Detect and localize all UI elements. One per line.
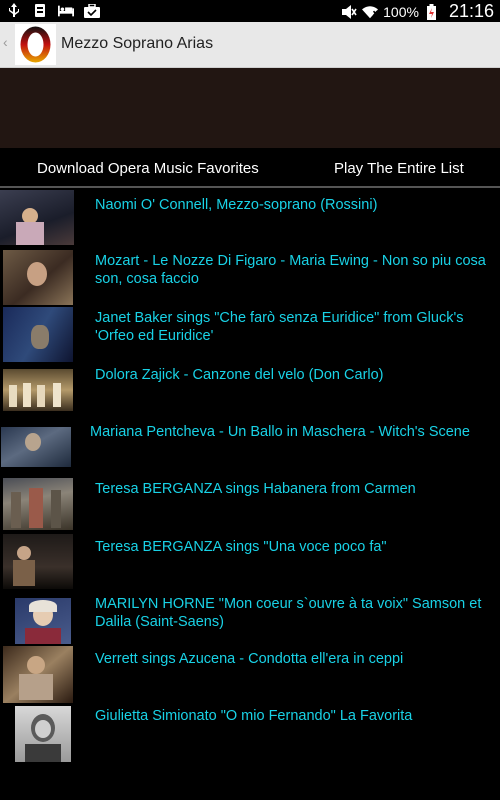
mute-icon — [341, 4, 357, 20]
clock: 21:16 — [448, 1, 494, 21]
list-item[interactable]: Teresa BERGANZA sings Habanera from Carm… — [0, 476, 500, 531]
battery-icon — [424, 3, 440, 20]
list-item[interactable]: Janet Baker sings "Che farò senza Euridi… — [0, 307, 500, 362]
video-title: Teresa BERGANZA sings Habanera from Carm… — [95, 481, 416, 497]
video-thumbnail — [3, 646, 73, 703]
list-item[interactable]: Mariana Pentcheva - Un Ballo in Maschera… — [0, 424, 500, 469]
list-item[interactable]: Naomi O' Connell, Mezzo-soprano (Rossini… — [0, 188, 500, 245]
action-toolbar: Download Opera Music Favorites Play The … — [0, 148, 500, 188]
list-item[interactable]: Giulietta Simionato "O mio Fernando" La … — [0, 703, 500, 763]
video-title: Dolora Zajick - Canzone del velo (Don Ca… — [95, 367, 384, 383]
video-title: Teresa BERGANZA sings "Una voce poco fa" — [95, 539, 387, 555]
video-thumbnail — [3, 478, 73, 530]
page-title: Mezzo Soprano Arias — [61, 35, 214, 52]
usb-icon — [6, 3, 22, 19]
video-title: Mozart - Le Nozze Di Figaro - Maria Ewin… — [95, 253, 486, 287]
opera-o-logo — [20, 26, 51, 63]
video-thumbnail — [3, 534, 73, 589]
video-title: Giulietta Simionato "O mio Fernando" La … — [95, 708, 413, 724]
video-thumbnail — [15, 706, 71, 762]
download-favorites-button[interactable]: Download Opera Music Favorites — [37, 160, 259, 177]
app-logo-button[interactable] — [15, 24, 56, 65]
video-title: Mariana Pentcheva - Un Ballo in Maschera… — [90, 424, 470, 440]
video-title: Janet Baker sings "Che farò senza Euridi… — [95, 310, 464, 344]
status-right: 100% 21:16 — [341, 1, 494, 22]
video-title: MARILYN HORNE "Mon coeur s`ouvre à ta vo… — [95, 596, 482, 630]
bed-icon — [58, 3, 74, 19]
status-left-icons — [6, 3, 100, 19]
video-thumbnail — [3, 307, 73, 362]
briefcase-icon — [84, 3, 100, 19]
list-item[interactable]: Teresa BERGANZA sings "Una voce poco fa" — [0, 534, 500, 589]
video-thumbnail — [3, 369, 73, 411]
status-bar: 100% 21:16 — [0, 0, 500, 22]
video-title: Naomi O' Connell, Mezzo-soprano (Rossini… — [95, 197, 378, 213]
video-thumbnail — [0, 190, 74, 245]
list-item[interactable]: Dolora Zajick - Canzone del velo (Don Ca… — [0, 367, 500, 412]
video-title: Verrett sings Azucena - Condotta ell'era… — [95, 651, 404, 667]
battery-percent: 100% — [383, 3, 419, 20]
list-item[interactable]: Verrett sings Azucena - Condotta ell'era… — [0, 646, 500, 706]
wifi-icon — [362, 4, 379, 20]
list-item[interactable]: MARILYN HORNE "Mon coeur s`ouvre à ta vo… — [0, 593, 500, 648]
video-thumbnail — [15, 598, 71, 644]
ad-banner[interactable] — [0, 68, 500, 148]
play-entire-list-button[interactable]: Play The Entire List — [334, 160, 464, 177]
list-item[interactable]: Mozart - Le Nozze Di Figaro - Maria Ewin… — [0, 250, 500, 305]
video-thumbnail — [3, 250, 73, 305]
video-thumbnail — [1, 427, 71, 467]
action-bar: ‹ Mezzo Soprano Arias — [0, 22, 500, 68]
download-icon — [32, 3, 48, 19]
chevron-left-icon[interactable]: ‹ — [3, 34, 8, 50]
